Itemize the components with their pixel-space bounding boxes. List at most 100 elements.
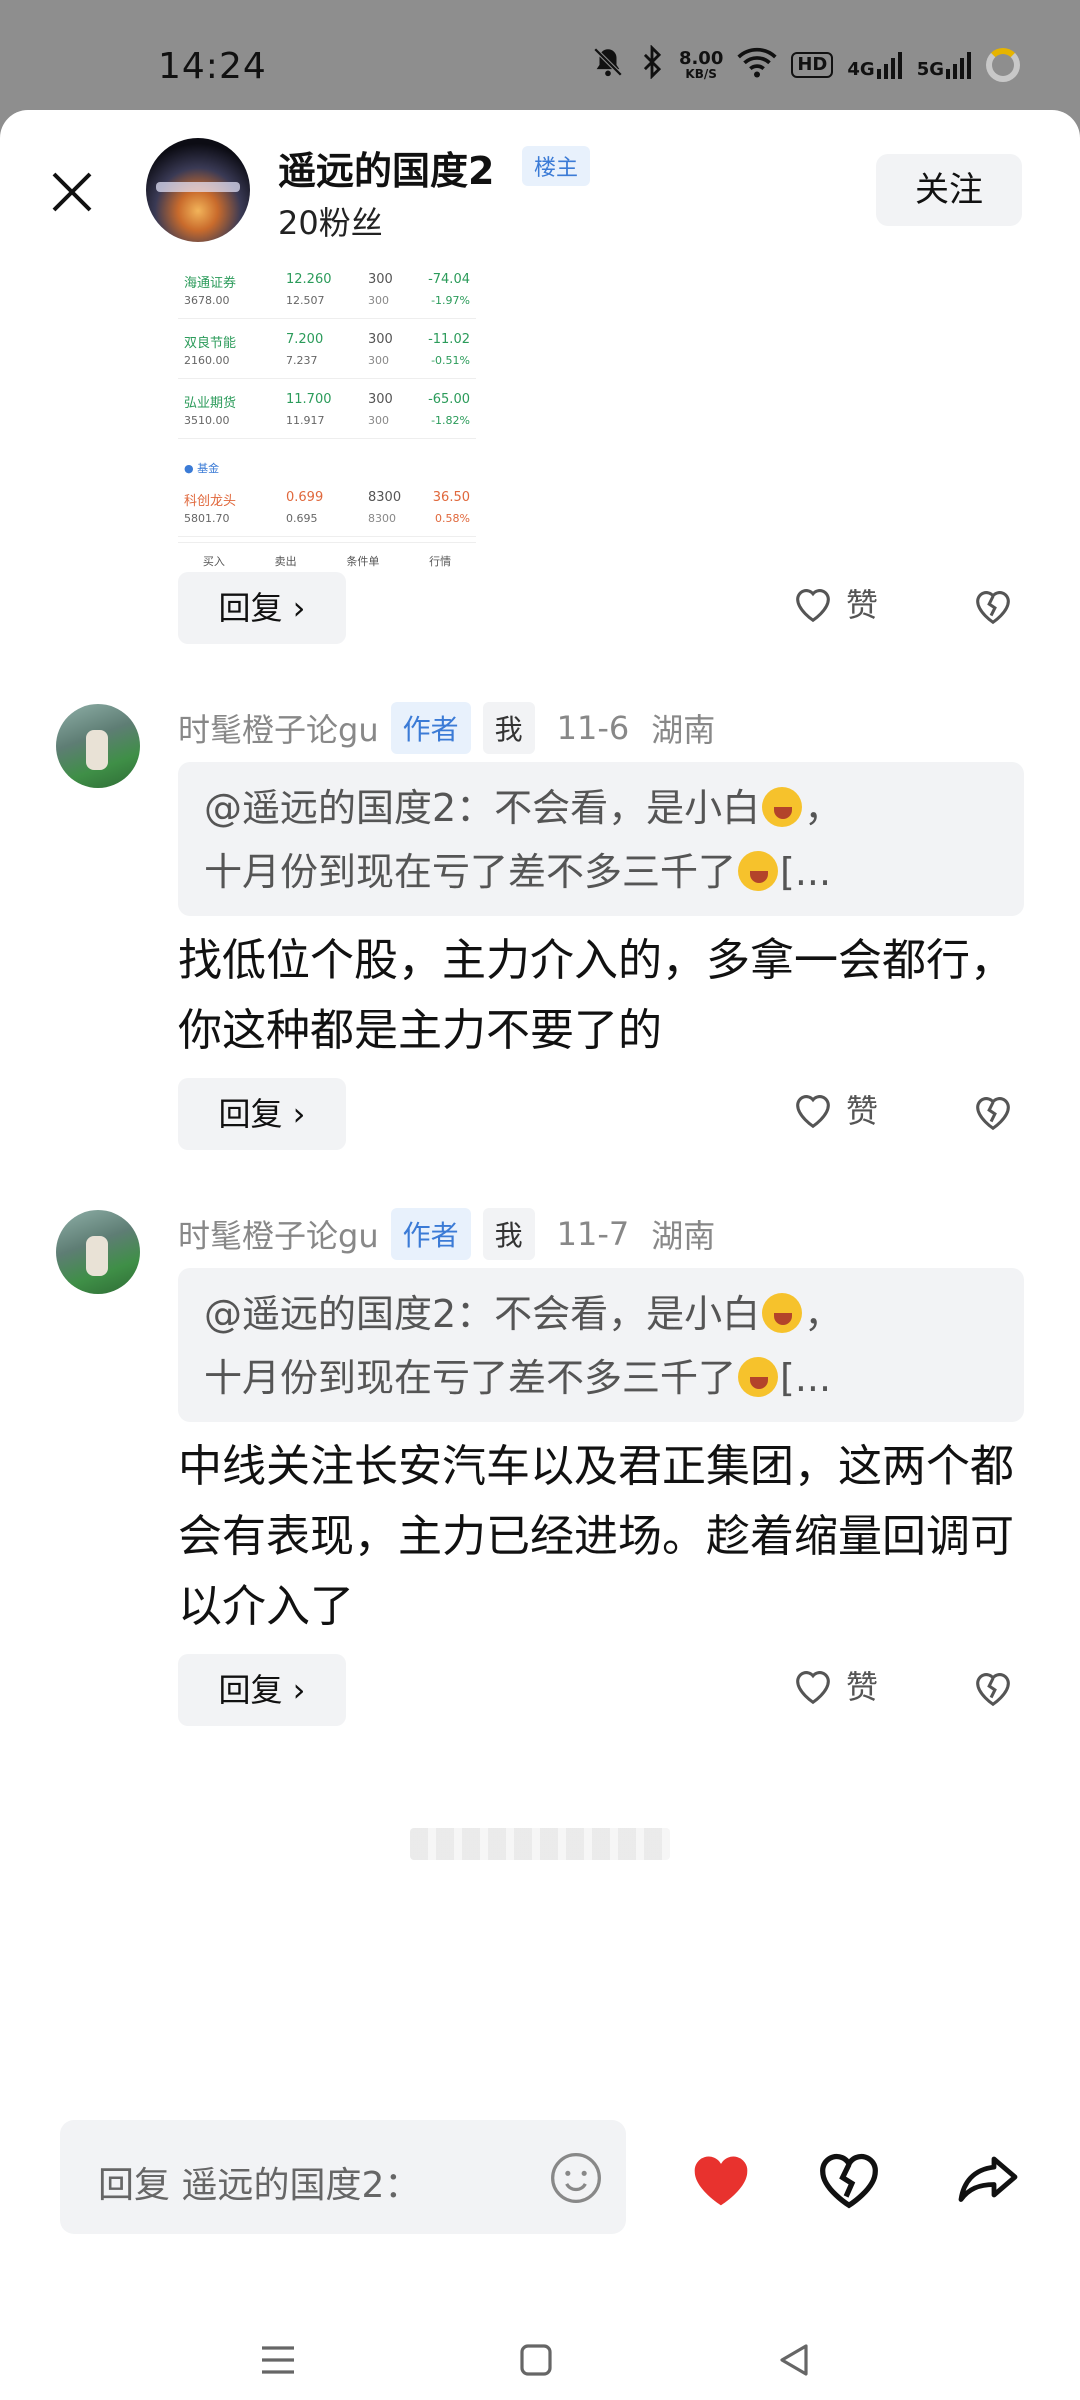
quote-text: ， — [804, 1292, 843, 1336]
quote-text: @遥远的国度2：不会看，是小白 — [204, 786, 761, 830]
stock-price: 0.699 — [286, 490, 324, 505]
quote-line: 十月份到现在亏了差不多三千了 [... — [204, 840, 998, 904]
net-5g-label: 5G — [916, 59, 944, 80]
status-bar: 14:24 8.00 KB/S HD 4G 5G — [0, 0, 1080, 110]
reply-button[interactable]: 回复 › — [178, 572, 346, 644]
stock-qty: 300 — [368, 392, 393, 407]
follow-button[interactable]: 关注 — [876, 154, 1022, 226]
stock-change-pct: -0.51% — [431, 354, 470, 367]
broken-heart-icon[interactable] — [970, 1088, 1016, 1134]
net-speed-unit: KB/S — [685, 67, 717, 81]
author-badge: 作者 — [390, 1208, 471, 1260]
stock-row: 科创龙头 5801.70 0.699 0.695 8300 8300 36.50… — [178, 480, 476, 537]
stock-value: 5801.70 — [184, 512, 230, 525]
comment-meta: 时髦橙子论gu 作者 我 11-7 湖南 — [178, 1208, 715, 1260]
crying-laughing-emoji-icon — [738, 1357, 779, 1397]
stock-row: 弘业期货 3510.00 11.700 11.917 300 300 -65.0… — [178, 382, 476, 439]
net-speed-value: 8.00 — [678, 48, 724, 69]
bluetooth-icon — [639, 44, 665, 85]
broken-heart-icon[interactable] — [970, 582, 1016, 628]
stock-avail: 300 — [368, 294, 389, 307]
crying-laughing-emoji-icon — [762, 787, 803, 827]
like-button[interactable]: 赞 — [790, 1662, 878, 1708]
commenter-avatar[interactable] — [56, 1210, 140, 1294]
dislike-broken-heart-icon[interactable] — [814, 2144, 884, 2214]
quote-line: 十月份到现在亏了差不多三千了 [... — [204, 1346, 998, 1410]
username[interactable]: 遥远的国度2 — [278, 140, 494, 195]
comment-text: 找低位个股，主力介入的，多拿一会都行，你这种都是主力不要了的 — [178, 935, 1014, 1056]
like-label: 赞 — [846, 586, 879, 624]
system-nav-bar — [0, 2320, 1080, 2400]
quote-text: 十月份到现在亏了差不多三千了 — [204, 1356, 737, 1400]
avatar[interactable] — [146, 138, 250, 242]
status-icons: 8.00 KB/S HD 4G 5G — [591, 42, 1020, 88]
stock-change: 36.50 — [432, 490, 470, 505]
stock-change: -74.04 — [428, 272, 470, 287]
buy-tab: 买入 — [202, 555, 225, 568]
hd-badge: HD — [791, 52, 834, 78]
stock-cost: 0.695 — [286, 512, 318, 525]
me-badge: 我 — [482, 1208, 535, 1260]
close-icon — [52, 172, 92, 212]
stock-avail: 300 — [368, 414, 389, 427]
quoted-comment[interactable]: @遥远的国度2：不会看，是小白 ， 十月份到现在亏了差不多三千了 [... — [178, 762, 1024, 916]
emoji-picker-icon[interactable] — [548, 2150, 604, 2206]
commenter-name[interactable]: 时髦橙子论gu — [178, 705, 379, 751]
stock-change: -65.00 — [428, 392, 470, 407]
comment-location: 湖南 — [651, 711, 716, 749]
market-tab: 行情 — [429, 555, 452, 568]
crying-laughing-emoji-icon — [762, 1293, 803, 1333]
stock-row: 双良节能 2160.00 7.200 7.237 300 300 -11.02 … — [178, 322, 476, 379]
stock-cost: 11.917 — [286, 414, 325, 427]
like-label: 赞 — [846, 1092, 879, 1130]
status-time: 14:24 — [158, 46, 267, 87]
like-heart-filled-icon[interactable] — [686, 2144, 756, 2214]
stock-qty: 300 — [368, 332, 393, 347]
crying-laughing-emoji-icon — [738, 851, 779, 891]
broken-heart-icon[interactable] — [970, 1664, 1016, 1710]
stock-name: 弘业期货 — [184, 396, 237, 411]
comment-sheet: 遥远的国度2 楼主 20粉丝 关注 海通证券 3678.00 12.260 12… — [0, 110, 1080, 2400]
stock-change-pct: -1.82% — [431, 414, 470, 427]
like-button[interactable]: 赞 — [790, 1086, 878, 1132]
stock-name: 科创龙头 — [184, 494, 237, 509]
reply-button[interactable]: 回复 › — [178, 1654, 346, 1726]
stock-price: 12.260 — [286, 272, 332, 287]
quote-text: [... — [780, 850, 832, 894]
commenter-name[interactable]: 时髦橙子论gu — [178, 1211, 379, 1257]
quote-line: @遥远的国度2：不会看，是小白 ， — [204, 776, 998, 840]
stock-cost: 7.237 — [286, 354, 318, 367]
quote-text: @遥远的国度2：不会看，是小白 — [204, 1292, 761, 1336]
comment-meta: 时髦橙子论gu 作者 我 11-6 湖南 — [178, 702, 715, 754]
like-button[interactable]: 赞 — [790, 580, 878, 626]
back-triangle-icon[interactable] — [770, 2336, 818, 2384]
stock-change-pct: -1.97% — [431, 294, 470, 307]
share-icon[interactable] — [952, 2144, 1024, 2216]
quote-text: [... — [780, 1356, 832, 1400]
signal-4g: 4G — [847, 51, 902, 79]
owner-badge: 楼主 — [522, 146, 591, 186]
quoted-comment[interactable]: @遥远的国度2：不会看，是小白 ， 十月份到现在亏了差不多三千了 [... — [178, 1268, 1024, 1422]
heart-outline-icon — [796, 589, 830, 623]
stock-value: 3678.00 — [184, 294, 230, 307]
stock-value: 2160.00 — [184, 354, 230, 367]
close-button[interactable] — [40, 160, 104, 224]
reply-input[interactable]: 回复 遥远的国度2： — [60, 2120, 626, 2234]
me-badge: 我 — [482, 702, 535, 754]
stock-cost: 12.507 — [286, 294, 325, 307]
stock-name: 海通证券 — [184, 276, 237, 291]
stock-change: -11.02 — [428, 332, 470, 347]
battery-icon — [986, 48, 1020, 82]
menu-icon[interactable] — [254, 2336, 302, 2384]
stock-qty: 8300 — [368, 490, 402, 505]
comment-text: 中线关注长安汽车以及君正集团，这两个都会有表现，主力已经进场。趁着缩量回调可以介… — [178, 1441, 1014, 1632]
home-square-icon[interactable] — [512, 2336, 560, 2384]
condition-order-tab: 条件单 — [346, 555, 380, 568]
stock-qty: 300 — [368, 272, 393, 287]
quote-line: @遥远的国度2：不会看，是小白 ， — [204, 1282, 998, 1346]
commenter-avatar[interactable] — [56, 704, 140, 788]
net-speed: 8.00 KB/S — [678, 48, 724, 81]
reply-button[interactable]: 回复 › — [178, 1078, 346, 1150]
heart-outline-icon — [796, 1095, 830, 1129]
fund-section-label: ● 基金 — [184, 462, 220, 475]
